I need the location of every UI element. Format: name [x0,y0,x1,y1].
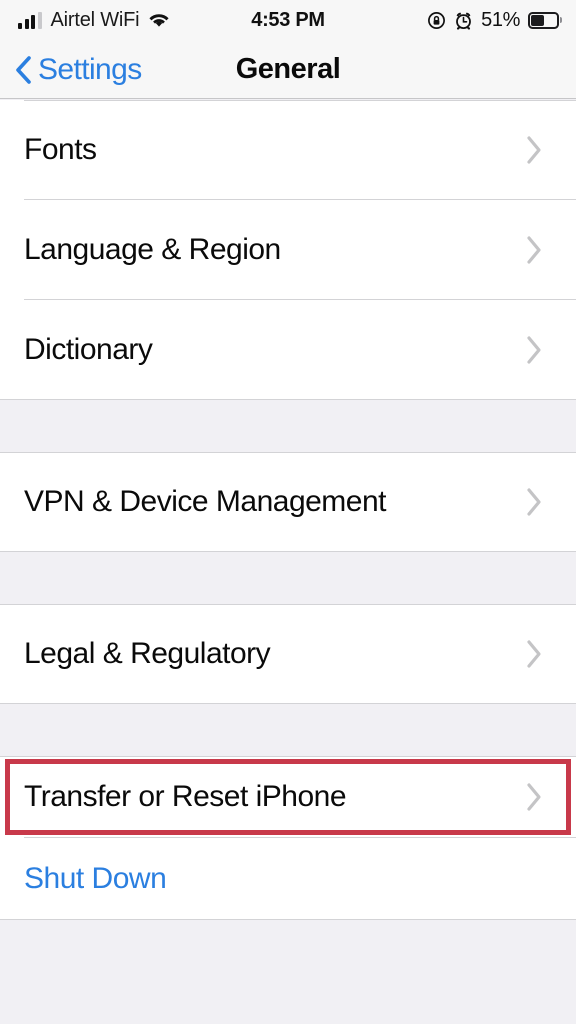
settings-row-transfer-or-reset-iphone[interactable]: Transfer or Reset iPhone [0,756,576,838]
settings-group-vpn-group: VPN & Device Management [0,452,576,552]
section-gap [0,552,576,604]
settings-row-shut-down[interactable]: Shut Down [0,838,576,920]
settings-row-label: Fonts [24,133,97,166]
settings-row-fonts[interactable]: Fonts [0,100,576,200]
alarm-clock-icon [454,11,473,30]
settings-group-legal-group: Legal & Regulatory [0,604,576,704]
clock-label: 4:53 PM [251,8,325,31]
settings-group-text-and-region-group: Fonts Language & Region Dictionary [0,100,576,400]
chevron-right-icon [525,781,544,813]
settings-row-label: Language & Region [24,233,281,266]
status-bar-right: 51% [427,0,562,40]
settings-row-legal-regulatory[interactable]: Legal & Regulatory [0,604,576,704]
chevron-right-icon [525,134,544,166]
settings-group-reset-group: Transfer or Reset iPhone Shut Down [0,756,576,920]
wifi-icon [148,12,170,29]
settings-list[interactable]: Fonts Language & Region Dictionary VPN & De… [0,100,576,1024]
status-bar-left: Airtel WiFi [18,0,170,40]
chevron-right-icon [525,638,544,670]
chevron-right-icon [525,486,544,518]
settings-row-label: Dictionary [24,333,153,366]
chevron-right-icon [525,234,544,266]
navigation-bar: Settings General [0,40,576,99]
back-button-label: Settings [38,52,142,86]
carrier-label: Airtel WiFi [50,8,140,31]
settings-row-vpn-device-management[interactable]: VPN & Device Management [0,452,576,552]
settings-row-label: Transfer or Reset iPhone [24,780,347,813]
back-button[interactable]: Settings [14,40,142,99]
battery-icon [528,11,562,29]
section-gap [0,400,576,452]
rotation-lock-icon [427,11,446,30]
iphone-settings-screen: Airtel WiFi 4:53 PM 51% Settings General… [0,0,576,1024]
battery-percent-label: 51% [481,8,520,31]
settings-row-label: VPN & Device Management [24,485,387,518]
settings-row-dictionary[interactable]: Dictionary [0,300,576,400]
settings-row-label: Legal & Regulatory [24,637,271,670]
cellular-signal-icon [18,11,42,29]
list-bottom-spacer [0,920,576,1024]
settings-row-language-region[interactable]: Language & Region [0,200,576,300]
settings-row-label: Shut Down [24,862,167,895]
status-bar: Airtel WiFi 4:53 PM 51% [0,0,576,40]
chevron-right-icon [525,334,544,366]
chevron-left-icon [14,55,32,85]
section-gap [0,704,576,756]
